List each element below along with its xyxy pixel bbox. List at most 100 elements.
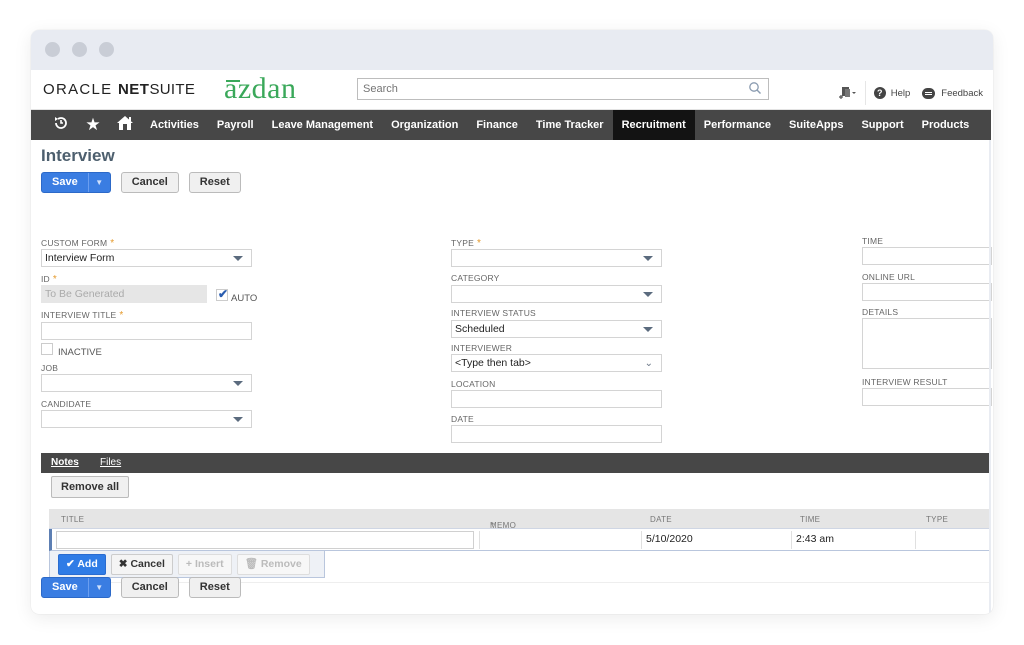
note-time-cell[interactable]: 2:43 am [792,531,916,549]
note-date-cell[interactable]: 5/10/2020 [642,531,792,549]
star-icon[interactable]: ★ [77,115,109,135]
checkmark-icon: ✔ [66,557,78,570]
job-label: JOB [41,363,59,373]
interview-result-label: INTERVIEW RESULT [862,377,948,387]
insert-line-button[interactable]: + Insert [177,553,232,575]
details-textarea[interactable] [862,318,992,369]
double-chevron-down-icon[interactable]: ⌄ [645,356,653,372]
interviewer-label: INTERVIEWER [451,343,513,353]
subtab-bar: Notes Files [41,453,991,473]
note-memo-cell[interactable] [479,531,642,549]
save-button-bottom[interactable]: Save ▼ [41,577,111,598]
required-icon: * [477,238,482,249]
save-button[interactable]: Save ▼ [41,172,111,193]
plus-icon: + [185,557,195,570]
custom-form-label: CUSTOM FORM * [41,238,115,249]
logo-macron [226,80,240,82]
recent-icon[interactable] [45,115,77,136]
close-icon: ✖ [118,557,131,570]
app-header: ORACLE NETSUITE azdan ? Help Feedback [31,70,991,110]
location-label: LOCATION [451,379,496,389]
header-divider [864,81,866,105]
cancel-button-bottom[interactable]: Cancel [120,577,179,598]
save-button-label[interactable]: Save [42,578,88,597]
candidate-label: CANDIDATE [41,399,92,409]
nav-suiteapps[interactable]: SuiteApps [780,110,852,140]
tab-notes[interactable]: Notes [51,457,79,468]
tab-files[interactable]: Files [100,457,121,468]
auto-checkbox[interactable]: ✔ [216,287,229,301]
nav-payroll[interactable]: Payroll [208,110,263,140]
interviewer-input[interactable]: <Type then tab> ⌄ [451,354,662,372]
help-icon[interactable]: ? [873,87,886,99]
search-icon[interactable] [748,81,762,95]
window-minimize-button[interactable] [72,42,87,57]
company-logo-text: azdan [224,72,297,105]
create-new-icon[interactable] [838,86,857,100]
notes-grid: TITLE MEMO * DATE TIME TYPE 5/10/2020 2:4… [49,509,991,551]
oracle-netsuite-logo[interactable]: ORACLE NETSUITE [43,81,195,98]
dropdown-arrow-icon [233,417,243,422]
dropdown-arrow-icon [643,256,653,261]
location-input[interactable] [451,390,662,408]
add-line-button[interactable]: ✔ Add [58,553,106,575]
save-button-label[interactable]: Save [42,173,88,192]
required-icon: * [119,310,124,321]
logo-oracle-text: ORACLE [43,81,113,98]
nav-recruitment[interactable]: Recruitment [612,110,695,140]
note-type-cell[interactable] [916,531,991,549]
online-url-label: ONLINE URL [862,272,916,282]
window-close-button[interactable] [45,42,60,57]
window-maximize-button[interactable] [99,42,114,57]
column-date: DATE [650,515,672,524]
column-time: TIME [800,515,821,524]
interview-status-select[interactable]: Scheduled [451,320,662,338]
save-menu-chevron-icon[interactable]: ▼ [87,173,110,192]
interview-result-input[interactable] [862,388,992,406]
nav-time-tracker[interactable]: Time Tracker [527,110,613,140]
nav-performance[interactable]: Performance [695,110,780,140]
inactive-checkbox[interactable] [41,343,53,355]
vertical-scrollbar[interactable] [989,140,991,614]
save-menu-chevron-icon[interactable]: ▼ [87,578,110,597]
home-icon[interactable] [109,115,141,136]
remove-line-button[interactable]: 🗑 Remove [236,553,310,575]
category-select[interactable] [451,285,662,303]
id-label: ID * [41,274,57,285]
time-input[interactable] [862,247,992,265]
help-link[interactable]: Help [891,88,911,99]
nav-leave-management[interactable]: Leave Management [263,110,382,140]
details-label: DETAILS [862,307,899,317]
note-title-input[interactable] [56,531,474,549]
interview-title-input[interactable] [41,322,252,340]
checkmark-icon: ✔ [218,287,229,301]
remove-all-button[interactable]: Remove all [51,476,130,498]
cancel-button[interactable]: Cancel [120,172,179,193]
online-url-input[interactable] [862,283,992,301]
search-input[interactable] [358,79,738,99]
reset-button[interactable]: Reset [188,172,241,193]
company-logo: azdan [224,72,296,106]
reset-button-bottom[interactable]: Reset [188,577,241,598]
page-content: Interview Save ▼ Cancel Reset CUSTOM FOR… [31,140,992,614]
job-select[interactable] [41,374,252,392]
feedback-icon[interactable] [922,87,936,99]
type-select[interactable] [451,249,662,267]
nav-finance[interactable]: Finance [467,110,527,140]
trash-icon: 🗑 [244,557,261,570]
interview-title-label: INTERVIEW TITLE * [41,310,124,321]
feedback-link[interactable]: Feedback [941,88,983,99]
cancel-line-button[interactable]: ✖ Cancel [110,553,173,575]
candidate-select[interactable] [41,410,252,428]
row-action-bar: ✔ Add ✖ Cancel + Insert 🗑 Remove [49,551,325,578]
global-search [357,78,769,100]
auto-label: AUTO [231,293,258,304]
nav-products[interactable]: Products [913,110,979,140]
nav-activities[interactable]: Activities [141,110,208,140]
nav-organization[interactable]: Organization [382,110,467,140]
custom-form-select[interactable]: Interview Form [41,249,252,267]
nav-support[interactable]: Support [852,110,912,140]
category-label: CATEGORY [451,273,500,283]
date-input[interactable] [451,425,662,443]
type-label: TYPE * [451,238,482,249]
